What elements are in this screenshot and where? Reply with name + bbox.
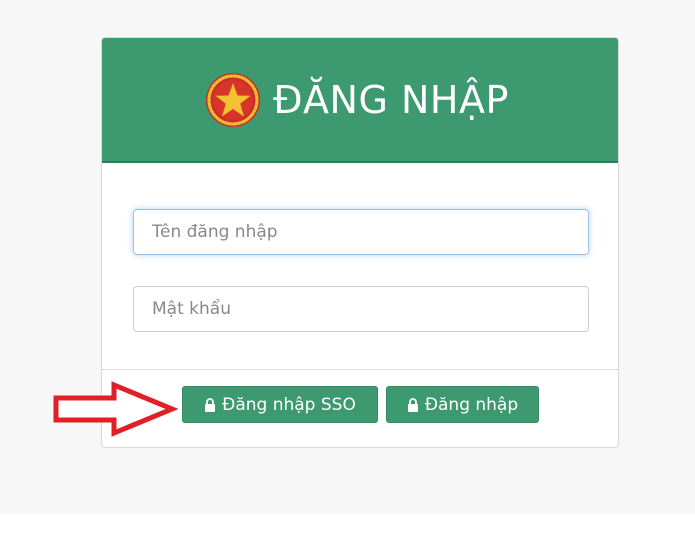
- sso-login-button[interactable]: Đăng nhập SSO: [182, 386, 378, 423]
- login-label: Đăng nhập: [424, 394, 519, 415]
- username-input[interactable]: [133, 209, 589, 255]
- footer-divider: [102, 369, 618, 370]
- lock-icon: [205, 397, 216, 412]
- right-arrow-annotation-icon: [53, 381, 178, 437]
- page-title: ĐĂNG NHẬP: [273, 77, 509, 122]
- national-emblem-icon: [206, 72, 261, 127]
- login-header: ĐĂNG NHẬP: [102, 38, 618, 163]
- login-panel: ĐĂNG NHẬP Đăng nhập SSO Đăng nhập: [101, 37, 619, 448]
- lock-icon: [407, 397, 418, 412]
- sso-login-label: Đăng nhập SSO: [222, 394, 356, 415]
- password-input[interactable]: [133, 286, 589, 332]
- login-button[interactable]: Đăng nhập: [386, 386, 539, 423]
